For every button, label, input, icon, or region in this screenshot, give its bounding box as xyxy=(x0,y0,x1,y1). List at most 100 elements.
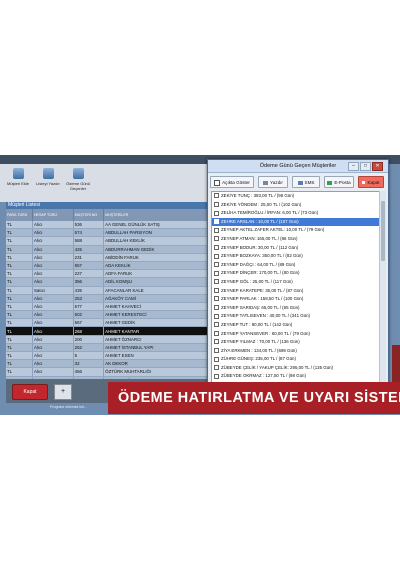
list-item[interactable]: ZEYNEP TUT : 90,00 TL / (142 Gün) xyxy=(212,321,380,330)
list-item-label: ZEYNEP YATANSEVER : 60,00 TL / (79 Gün) xyxy=(221,330,310,336)
overdue-customers-button[interactable]: Ödeme Günü Geçenler xyxy=(64,168,92,191)
list-item[interactable]: ZÜBEYDE OKRMAZ : 127,50 TL / (98 Gün) xyxy=(212,372,380,381)
item-checkbox[interactable] xyxy=(214,373,219,379)
list-item[interactable]: ZEYNEP BOZKAYA: 350,00 TL / (82 Gün) xyxy=(212,252,380,261)
table-row[interactable]: TL Alıcı 268 AHMET KANTAR xyxy=(6,326,210,336)
table-row[interactable]: TL Alıcı 262 AHMET İSTANBUL YAPI xyxy=(6,343,210,353)
dialog-toolbar: Açıkta Göster Yazdır SMS E-Posta Kapat xyxy=(210,175,384,190)
table-row[interactable]: TL Alıcı 567 AHMET GEDİK xyxy=(6,318,210,328)
cell-account-type: Alıcı xyxy=(32,228,74,238)
table-row[interactable]: TL Alıcı 32 AK DEKOR xyxy=(6,359,210,369)
dialog-print-button[interactable]: Yazdır xyxy=(258,176,288,188)
item-checkbox[interactable] xyxy=(214,270,219,276)
item-checkbox[interactable] xyxy=(214,219,219,225)
table-row[interactable]: TL Alıcı 356 ADİL KOMŞU xyxy=(6,277,210,287)
list-item[interactable]: ZEYNEP YILMAZ : 70,00 TL / (136 Gün) xyxy=(212,338,380,347)
table-row[interactable]: TL Alıcı 227 ADFA FARUK xyxy=(6,269,210,279)
table-row[interactable]: TL Alıcı 253 AĞAKÖY CAMİ xyxy=(6,294,210,303)
item-checkbox[interactable] xyxy=(214,322,219,328)
column-header-customer-name[interactable]: MÜŞTERİLER xyxy=(103,209,210,221)
list-item[interactable]: ZÜBEYDE ÇELİK / YAKUP ÇELİK: 295,00 TL /… xyxy=(212,364,380,373)
item-checkbox[interactable] xyxy=(214,330,219,336)
cell-account-type: Satıcı xyxy=(32,286,74,295)
sms-label: SMS xyxy=(304,180,315,185)
cell-account-type: Alıcı xyxy=(32,343,74,353)
item-checkbox[interactable] xyxy=(214,348,219,354)
list-item[interactable]: ZEYNEP YATANSEVER : 60,00 TL / (79 Gün) xyxy=(212,330,380,339)
item-checkbox[interactable] xyxy=(214,201,219,207)
item-checkbox[interactable] xyxy=(214,296,219,302)
column-header-currency[interactable]: PARA TÜRÜ xyxy=(6,209,33,221)
item-checkbox[interactable] xyxy=(214,210,219,216)
list-item[interactable]: ZEKİYE YÖNDEM : 25,00 TL / (102 Gün) xyxy=(212,201,380,210)
list-item[interactable]: ZEYNEP DAĞÇI : 64,00 TL / (89 Gün) xyxy=(212,261,380,270)
print-list-button[interactable]: Listeyi Yazdır xyxy=(34,168,62,186)
list-item[interactable]: ZEKİYE TUNÇ : 393,00 TL / (96 Gün) xyxy=(212,192,380,201)
cell-account-type: Alıcı xyxy=(32,326,74,336)
item-checkbox[interactable] xyxy=(214,313,219,319)
list-item[interactable]: ZEHRE ARSLAN : 10,00 TL / (107 Gün) xyxy=(212,217,380,227)
show-open-button[interactable]: Açıkta Göster xyxy=(210,176,254,188)
list-item[interactable]: ZEYNEP AKTEL ZAFER AKTEL: 10,00 TL / (79… xyxy=(212,226,380,235)
close-button[interactable]: Kapat xyxy=(12,384,48,400)
column-header-customer-no[interactable]: MÜŞTERİ NO xyxy=(73,209,105,221)
list-item-label: ZEYNEP AKTEL ZAFER AKTEL: 10,00 TL / (79… xyxy=(221,227,325,233)
item-checkbox[interactable] xyxy=(214,193,219,199)
table-row[interactable]: TL Satıcı 435 AFACANLAR KALE xyxy=(6,286,210,295)
table-row[interactable]: TL Alıcı 425 ABDURRAHMAN GEDİK xyxy=(6,245,210,254)
item-checkbox[interactable] xyxy=(214,253,219,259)
cell-customer-name: ADİL KOMŞU xyxy=(103,277,210,287)
item-checkbox[interactable] xyxy=(214,287,219,293)
column-header-account-type[interactable]: HESAP TÜRÜ xyxy=(32,209,74,221)
item-checkbox[interactable] xyxy=(214,356,219,362)
email-button[interactable]: E-Posta xyxy=(324,176,354,188)
cell-account-type: Alıcı xyxy=(32,261,74,271)
item-checkbox[interactable] xyxy=(214,339,219,345)
dialog-close-button[interactable]: Kapat xyxy=(358,176,384,188)
minimize-button[interactable]: – xyxy=(348,162,359,171)
table-row[interactable]: TL Alıcı 557 ADA KEKLİK xyxy=(6,261,210,271)
item-checkbox[interactable] xyxy=(214,305,219,311)
list-item[interactable]: ZEYNEP GÖL : 25,00 TL / (117 Gün) xyxy=(212,278,380,287)
table-row[interactable]: TL Alıcı 456 ÖZTÜRK MUHTARLIĞI xyxy=(6,367,210,377)
list-item[interactable]: ZEYNEP DİNÇER: 170,00 TL / (80 Gün) xyxy=(212,269,380,278)
list-item-label: ZEKİYE YÖNDEM : 25,00 TL / (102 Gün) xyxy=(221,201,302,207)
item-checkbox[interactable] xyxy=(214,365,219,371)
sms-button[interactable]: SMS xyxy=(292,176,320,188)
close-window-button[interactable]: ✕ xyxy=(372,162,383,171)
print-icon xyxy=(42,168,54,179)
list-item[interactable]: ZEYNEP PARLAK : 158,50 TL / (100 Gün) xyxy=(212,295,380,304)
list-item[interactable]: ZEYNEP ATMAN: 165,00 TL / (86 Gün) xyxy=(212,235,380,244)
table-row[interactable]: TL Alıcı 574 ABDULLAH PARSIYON xyxy=(6,228,210,238)
table-row[interactable]: TL Alıcı 536 AA GENEL GÜNLÜK SATIŞ xyxy=(6,221,210,230)
list-item-label: ZEYNEP TUT : 90,00 TL / (142 Gün) xyxy=(221,321,293,327)
table-row[interactable]: TL Alıcı 588 ABDULLAH KEKLİK xyxy=(6,236,210,246)
add-button[interactable]: + xyxy=(54,384,72,400)
list-item-label: ZELİHA TEMİROĞLU / İRFAN: 6,00 TL / (73 … xyxy=(221,210,319,216)
item-checkbox[interactable] xyxy=(214,279,219,285)
list-item[interactable]: ZİYA ERKMEN : 134,00 TL / (689 Gün) xyxy=(212,347,380,356)
table-row[interactable]: TL Alıcı 502 AHMET KERESTECİ xyxy=(6,310,210,320)
item-checkbox[interactable] xyxy=(214,262,219,268)
table-row[interactable]: TL Alıcı 231 ABİDDİN FARUK xyxy=(6,253,210,262)
table-row[interactable]: TL Alıcı 5 AHMET ESEN xyxy=(6,351,210,361)
item-checkbox[interactable] xyxy=(214,244,219,250)
list-item[interactable]: ZEYNEP SARIDAŞ: 65,00 TL / (85 Gün) xyxy=(212,304,380,313)
scroll-thumb[interactable] xyxy=(381,201,385,261)
item-checkbox[interactable] xyxy=(214,227,219,233)
cell-customer-name: ABDULLAH KEKLİK xyxy=(103,236,210,246)
maximize-button[interactable]: □ xyxy=(360,162,371,171)
cell-customer-no: 536 xyxy=(73,221,105,230)
list-scrollbar[interactable] xyxy=(379,191,386,395)
list-item[interactable]: ZEYNEP TATLISEVEN : 40,00 TL / (341 Gün) xyxy=(212,312,380,321)
overdue-customer-list[interactable]: ZEKİYE TUNÇ : 393,00 TL / (96 Gün) ZEKİYE… xyxy=(211,191,381,395)
item-checkbox[interactable] xyxy=(214,236,219,242)
table-row[interactable]: TL Alıcı 577 AHMET KAHVECİ xyxy=(6,302,210,312)
table-row[interactable]: TL Alıcı 200 AHMET ÖZNARCI xyxy=(6,335,210,344)
list-item[interactable]: ZELİHA TEMİROĞLU / İRFAN: 6,00 TL / (73 … xyxy=(212,209,380,218)
list-item[interactable]: ZEYNEP BODUR: 30,00 TL / (112 Gün) xyxy=(212,244,380,253)
add-customer-button[interactable]: Müşteri Ekle xyxy=(4,168,32,186)
list-item[interactable]: ZÜHRE GÜNEŞ: 235,00 TL / (87 Gün) xyxy=(212,355,380,364)
cell-customer-name: AK DEKOR xyxy=(103,359,210,369)
list-item[interactable]: ZEYNEP KARATEPE: 35,00 TL / (87 Gün) xyxy=(212,287,380,296)
